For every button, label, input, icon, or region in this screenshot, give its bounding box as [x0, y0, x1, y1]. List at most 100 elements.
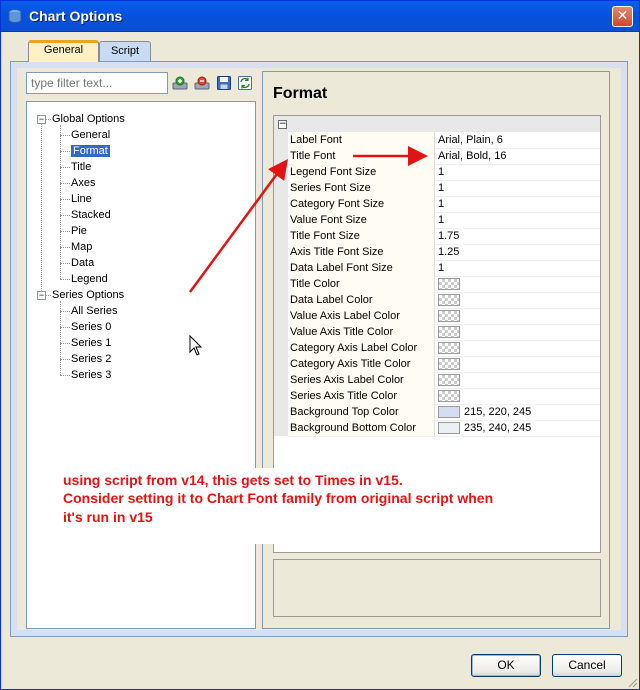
property-row[interactable]: Axis Title Font Size 1.25: [288, 244, 600, 261]
property-label: Title Font Size: [290, 228, 435, 244]
resize-grip-icon[interactable]: [626, 676, 638, 688]
property-description: [273, 559, 601, 617]
property-value[interactable]: [438, 340, 598, 356]
tree-item-axes[interactable]: Axes: [71, 176, 95, 191]
tree-item-general[interactable]: General: [71, 128, 110, 143]
property-label: Category Axis Title Color: [290, 356, 435, 372]
tree-item-series-2[interactable]: Series 2: [71, 352, 111, 367]
collapse-icon[interactable]: −: [278, 120, 287, 129]
filter-input[interactable]: [26, 72, 168, 94]
close-button[interactable]: ✕: [612, 6, 633, 27]
tree-expand-icon[interactable]: −: [37, 291, 46, 300]
property-label: Legend Font Size: [290, 164, 435, 180]
property-label: Series Axis Title Color: [290, 388, 435, 404]
property-label: Data Label Font Size: [290, 260, 435, 276]
color-swatch: [438, 358, 460, 371]
property-value[interactable]: [438, 308, 598, 324]
property-label: Background Top Color: [290, 404, 435, 420]
property-value[interactable]: Arial, Plain, 6: [438, 132, 598, 148]
property-value[interactable]: 1: [438, 260, 598, 276]
property-label: Data Label Color: [290, 292, 435, 308]
property-value[interactable]: [438, 372, 598, 388]
property-value[interactable]: [438, 388, 598, 404]
property-value[interactable]: Arial, Bold, 16: [438, 148, 598, 164]
property-row[interactable]: Category Axis Title Color: [288, 356, 600, 373]
property-row[interactable]: Category Font Size 1: [288, 196, 600, 213]
tree-item-pie[interactable]: Pie: [71, 224, 87, 239]
app-icon: [8, 9, 22, 24]
property-label: Category Axis Label Color: [290, 340, 435, 356]
color-swatch: [438, 278, 460, 291]
tree-item-series-1[interactable]: Series 1: [71, 336, 111, 351]
tree-item-all-series[interactable]: All Series: [71, 304, 117, 319]
tree-item-line[interactable]: Line: [71, 192, 92, 207]
tree-item-format[interactable]: Format: [71, 144, 110, 159]
property-row[interactable]: Value Font Size 1: [288, 212, 600, 229]
property-row[interactable]: Title Font Size 1.75: [288, 228, 600, 245]
color-swatch: [438, 294, 460, 307]
property-value[interactable]: [438, 292, 598, 308]
property-value[interactable]: 1: [438, 164, 598, 180]
property-label: Value Axis Title Color: [290, 324, 435, 340]
add-icon[interactable]: [172, 75, 188, 91]
annotation-line: Consider setting it to Chart Font family…: [63, 490, 494, 506]
property-row[interactable]: Value Axis Title Color: [288, 324, 600, 341]
property-value[interactable]: [438, 356, 598, 372]
property-row[interactable]: Label Font Arial, Plain, 6: [288, 132, 600, 149]
property-value[interactable]: [438, 324, 598, 340]
tree-item-data[interactable]: Data: [71, 256, 94, 271]
property-row[interactable]: Value Axis Label Color: [288, 308, 600, 325]
property-row[interactable]: Legend Font Size 1: [288, 164, 600, 181]
color-swatch: [438, 310, 460, 323]
property-label: Background Bottom Color: [290, 420, 435, 436]
tree-item-map[interactable]: Map: [71, 240, 92, 255]
property-row[interactable]: Title Color: [288, 276, 600, 293]
window-title: Chart Options: [29, 8, 123, 24]
property-value[interactable]: 1: [438, 212, 598, 228]
color-swatch: [438, 326, 460, 339]
save-icon[interactable]: [216, 75, 232, 91]
options-tree[interactable]: − Global Options General Format Title Axes Lin…: [26, 101, 256, 629]
property-label: Axis Title Font Size: [290, 244, 435, 260]
cancel-button[interactable]: Cancel: [552, 654, 622, 677]
title-bar[interactable]: Chart Options ✕: [1, 1, 639, 32]
close-icon: ✕: [616, 8, 629, 24]
color-swatch: [438, 342, 460, 355]
tree-node-global-options[interactable]: Global Options: [52, 112, 125, 127]
property-row[interactable]: Category Axis Label Color: [288, 340, 600, 357]
property-grid-header: −: [274, 116, 600, 132]
property-label: Value Axis Label Color: [290, 308, 435, 324]
tree-item-title[interactable]: Title: [71, 160, 91, 175]
tree-item-series-3[interactable]: Series 3: [71, 368, 111, 383]
property-row[interactable]: Background Bottom Color 235, 240, 245: [288, 420, 600, 437]
refresh-icon[interactable]: [237, 75, 253, 91]
property-label: Title Font: [290, 148, 435, 164]
tree-item-stacked[interactable]: Stacked: [71, 208, 111, 223]
tree-expand-icon[interactable]: −: [37, 115, 46, 124]
property-value[interactable]: [438, 276, 598, 292]
panel-heading: Format: [273, 85, 328, 102]
property-row[interactable]: Background Top Color 215, 220, 245: [288, 404, 600, 421]
tree-item-legend[interactable]: Legend: [71, 272, 108, 287]
property-row[interactable]: Data Label Color: [288, 292, 600, 309]
property-row[interactable]: Data Label Font Size 1: [288, 260, 600, 277]
tab-general[interactable]: General: [28, 40, 99, 62]
tree-item-series-0[interactable]: Series 0: [71, 320, 111, 335]
tree-node-series-options[interactable]: Series Options: [52, 288, 124, 303]
color-swatch: [438, 374, 460, 387]
ok-button[interactable]: OK: [471, 654, 541, 677]
property-value[interactable]: 235, 240, 245: [438, 420, 598, 436]
annotation-line: using script from v14, this gets set to …: [63, 472, 403, 488]
property-row[interactable]: Series Axis Title Color: [288, 388, 600, 405]
property-label: Title Color: [290, 276, 435, 292]
property-value[interactable]: 215, 220, 245: [438, 404, 598, 420]
tab-script[interactable]: Script: [99, 41, 151, 61]
property-row[interactable]: Title Font Arial, Bold, 16: [288, 148, 600, 165]
property-row[interactable]: Series Axis Label Color: [288, 372, 600, 389]
property-value[interactable]: 1: [438, 196, 598, 212]
property-value[interactable]: 1.25: [438, 244, 598, 260]
remove-icon[interactable]: [194, 75, 210, 91]
property-value[interactable]: 1: [438, 180, 598, 196]
property-value[interactable]: 1.75: [438, 228, 598, 244]
property-row[interactable]: Series Font Size 1: [288, 180, 600, 197]
